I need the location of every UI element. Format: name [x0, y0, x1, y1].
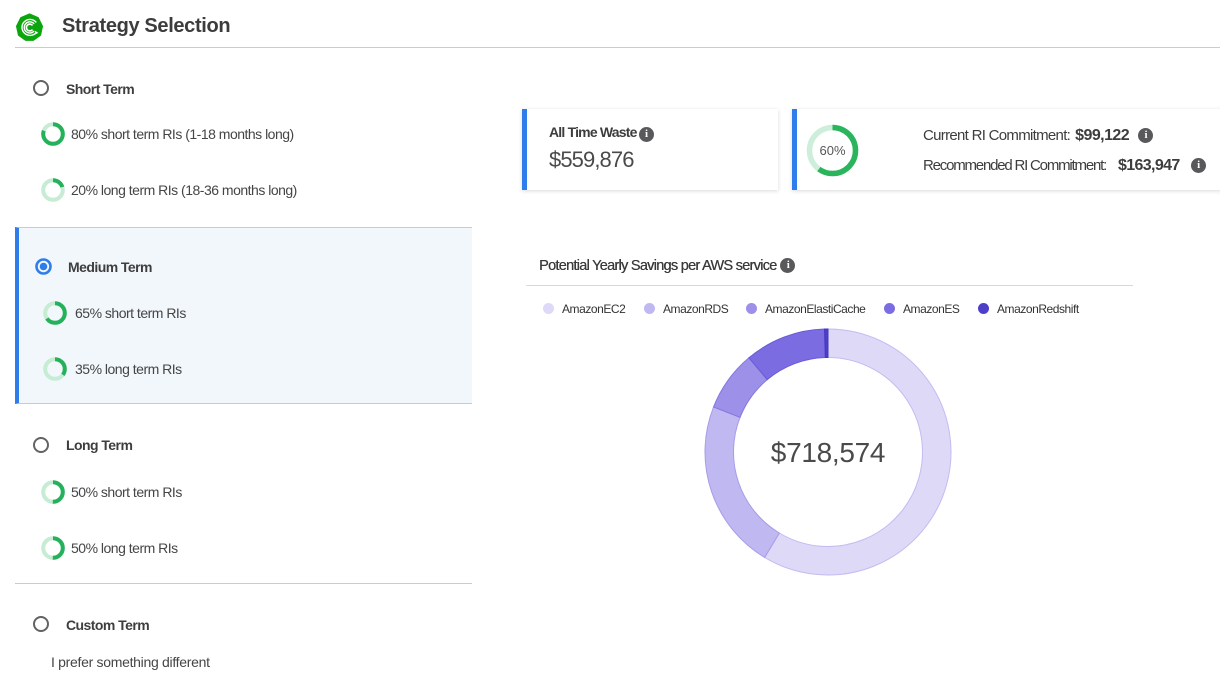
svg-text:60%: 60% — [819, 143, 845, 158]
